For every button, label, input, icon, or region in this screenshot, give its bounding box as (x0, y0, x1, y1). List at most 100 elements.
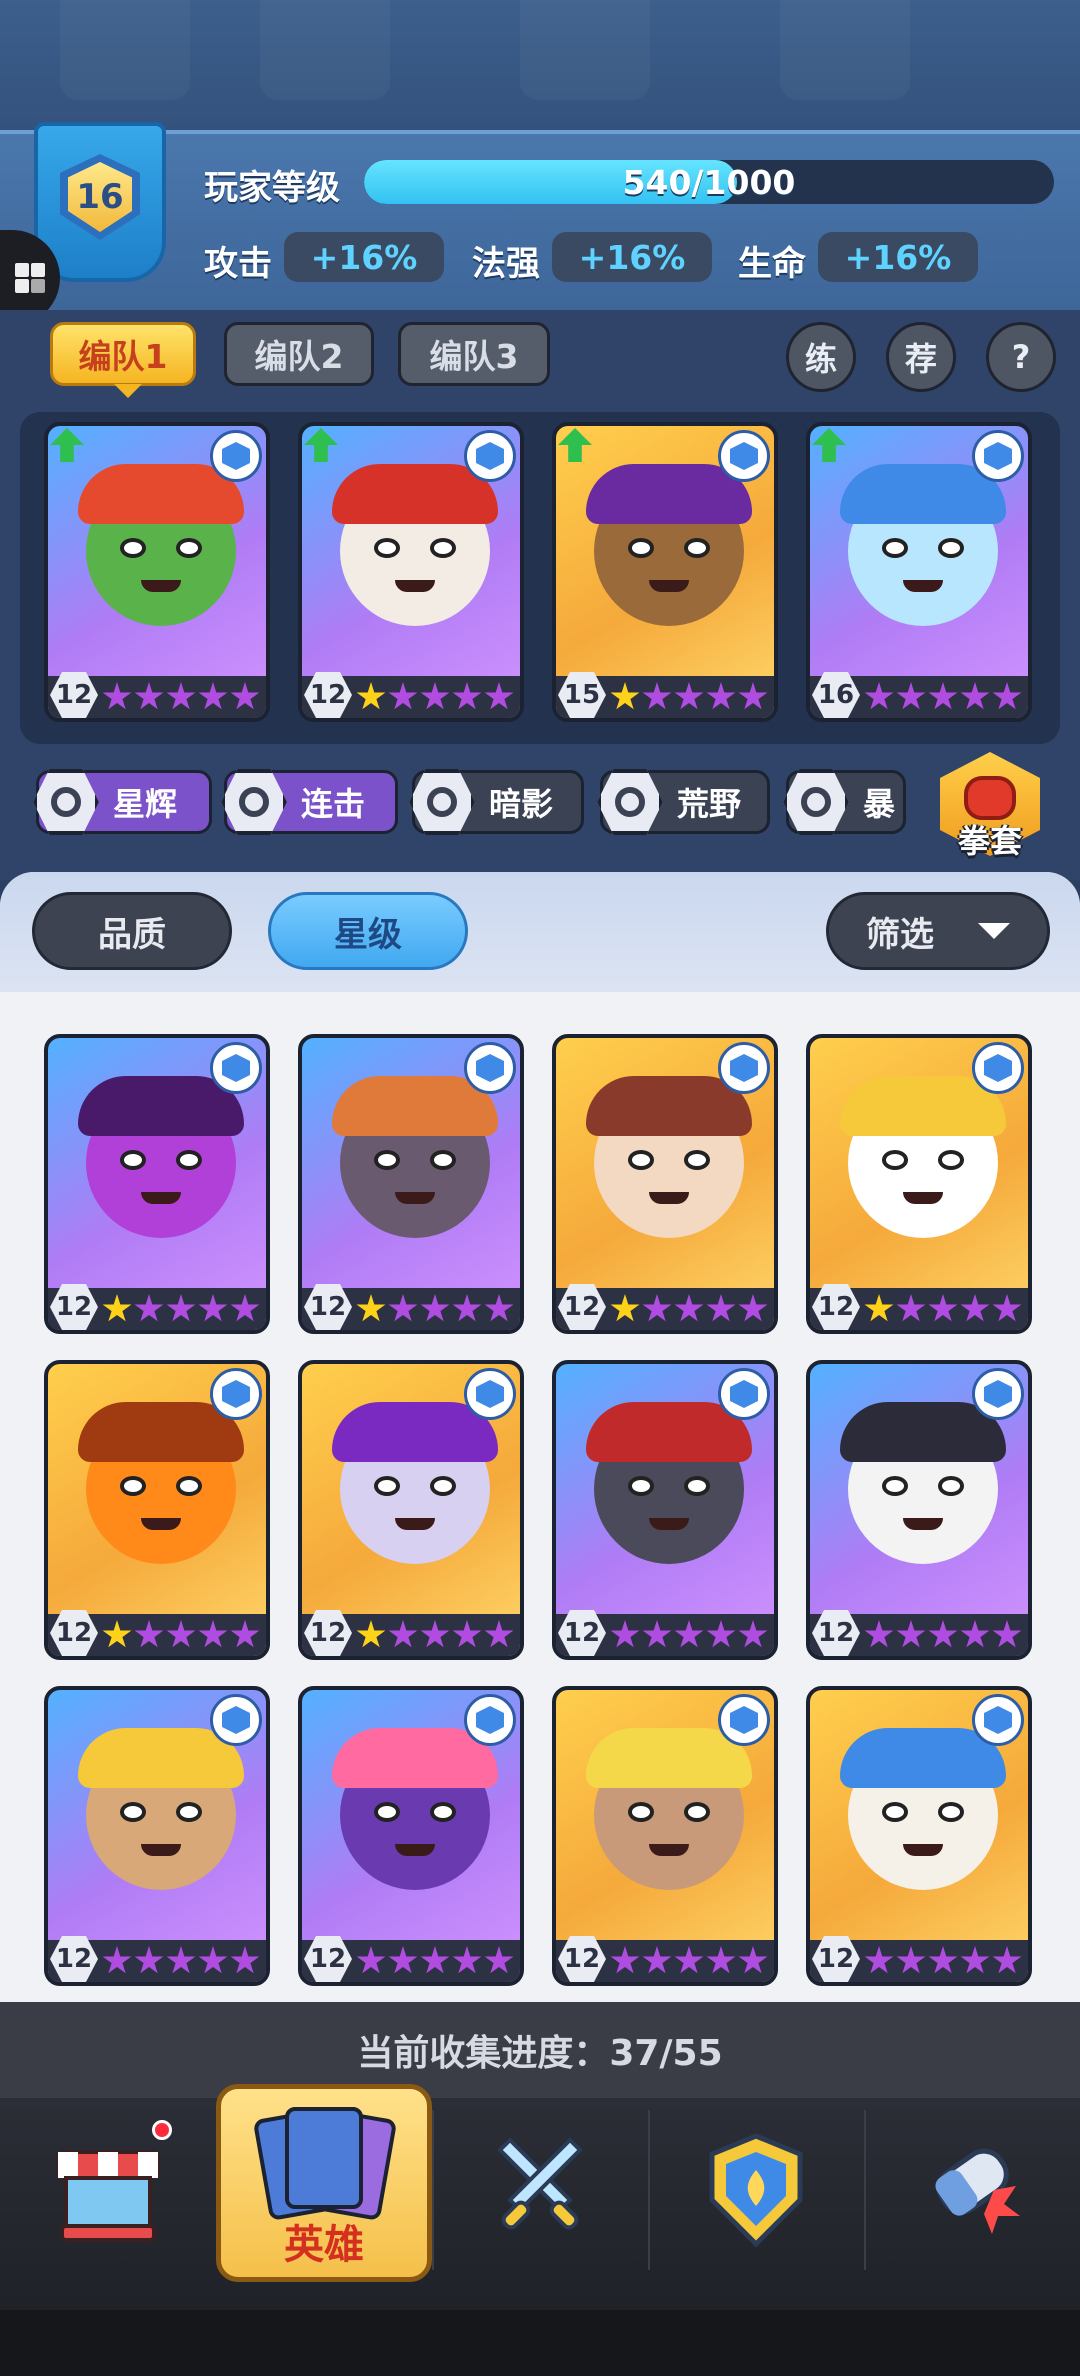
team-hero-card[interactable]: 12 (298, 422, 524, 722)
hero-mouth (649, 1518, 689, 1530)
train-button[interactable]: 练 (786, 322, 856, 392)
star-icon (230, 1946, 260, 1974)
sort-quality-button[interactable]: 品质 (32, 892, 232, 970)
collection-hero-card[interactable]: 12 (806, 1360, 1032, 1660)
upgrade-arrow-icon (558, 428, 592, 462)
hero-portrait (78, 464, 244, 626)
paw-icon (597, 769, 663, 835)
hero-eyes (628, 538, 710, 560)
sort-star-button[interactable]: 星级 (268, 892, 468, 970)
boxing-glove-icon (964, 776, 1016, 820)
star-icon (642, 1294, 672, 1322)
star-icon (166, 1294, 196, 1322)
star-icon (706, 1294, 736, 1322)
star-rating (102, 682, 260, 712)
top-backdrop (0, 0, 1080, 130)
star-icon (896, 1946, 926, 1974)
stat-magic-label: 法强 (472, 244, 540, 284)
faction-fury[interactable]: 暴 (783, 769, 906, 835)
star-icon (484, 682, 514, 710)
star-icon (864, 1946, 894, 1974)
xp-progress-bar: 540/1000 (364, 160, 1054, 204)
rarity-gem-icon (972, 1694, 1024, 1746)
hero-eyes (120, 1476, 202, 1498)
hero-eyes (628, 1476, 710, 1498)
rarity-gem-icon (972, 430, 1024, 482)
star-icon (198, 682, 228, 710)
nav-gacha[interactable] (912, 2130, 1032, 2250)
star-icon (102, 1294, 132, 1322)
hero-mouth (141, 580, 181, 592)
hero-portrait (840, 1076, 1006, 1238)
star-icon (420, 682, 450, 710)
star-rating (102, 1294, 260, 1324)
hero-portrait (586, 1728, 752, 1890)
recommend-button[interactable]: 荐 (886, 322, 956, 392)
tab-team-3[interactable]: 编队3 (398, 322, 550, 386)
tab-team-1[interactable]: 编队1 (50, 322, 196, 386)
star-icon (452, 1620, 482, 1648)
collection-hero-card[interactable]: 12 (806, 1034, 1032, 1334)
rarity-gem-icon (718, 430, 770, 482)
star-rating (864, 1620, 1022, 1650)
star-icon (610, 1294, 640, 1322)
team-hero-card[interactable]: 12 (44, 422, 270, 722)
faction-label: 暴 (863, 785, 896, 823)
faction-wild[interactable]: 荒野 (597, 769, 770, 835)
team-hero-card[interactable]: 16 (806, 422, 1032, 722)
battle-swords-icon (497, 2137, 583, 2230)
faction-combo[interactable]: 连击 (221, 769, 398, 835)
nav-guild[interactable] (696, 2130, 816, 2250)
star-rating (864, 1294, 1022, 1324)
star-icon (928, 1946, 958, 1974)
hero-portrait (332, 1076, 498, 1238)
star-icon (642, 1946, 672, 1974)
star-icon (864, 1294, 894, 1322)
rarity-gem-icon (210, 1694, 262, 1746)
star-icon (134, 1294, 164, 1322)
nav-shop[interactable] (48, 2130, 168, 2250)
stat-magic-value: +16% (552, 232, 712, 282)
filter-dropdown[interactable]: 筛选 (826, 892, 1050, 970)
hero-cards-icon (252, 2107, 398, 2221)
hero-portrait (78, 1402, 244, 1564)
hero-mouth (903, 580, 943, 592)
faction-starlight[interactable]: 星辉 (33, 769, 212, 835)
star-icon (102, 1946, 132, 1974)
star-icon (134, 1620, 164, 1648)
team-hero-card[interactable]: 15 (552, 422, 778, 722)
nav-divider (432, 2110, 434, 2270)
faction-shadow[interactable]: 暗影 (409, 769, 584, 835)
star-icon (198, 1620, 228, 1648)
nav-battle[interactable] (480, 2130, 600, 2250)
collection-hero-card[interactable]: 12 (44, 1034, 270, 1334)
star-icon (356, 682, 386, 710)
nav-divider (648, 2110, 650, 2270)
hero-portrait (78, 1728, 244, 1890)
starlight-icon (33, 769, 99, 835)
collection-hero-card[interactable]: 12 (552, 1686, 778, 1986)
star-icon (230, 1294, 260, 1322)
tab-team-2[interactable]: 编队2 (224, 322, 374, 386)
hero-mouth (903, 1192, 943, 1204)
hero-portrait (586, 1076, 752, 1238)
collection-hero-card[interactable]: 12 (298, 1034, 524, 1334)
hero-mouth (141, 1518, 181, 1530)
star-icon (928, 1294, 958, 1322)
collection-hero-card[interactable]: 12 (552, 1360, 778, 1660)
star-icon (992, 1294, 1022, 1322)
collection-hero-card[interactable]: 12 (44, 1686, 270, 1986)
star-icon (960, 1620, 990, 1648)
gacha-capsule-icon (935, 2148, 1020, 2234)
star-icon (388, 1294, 418, 1322)
puzzle-icon (13, 261, 47, 295)
collection-hero-card[interactable]: 12 (298, 1360, 524, 1660)
collection-hero-card[interactable]: 12 (806, 1686, 1032, 1986)
collection-hero-card[interactable]: 12 (298, 1686, 524, 1986)
star-icon (230, 682, 260, 710)
star-icon (706, 682, 736, 710)
collection-hero-card[interactable]: 12 (552, 1034, 778, 1334)
collection-hero-card[interactable]: 12 (44, 1360, 270, 1660)
shop-notification-dot (152, 2120, 172, 2140)
help-button[interactable]: ? (986, 322, 1056, 392)
